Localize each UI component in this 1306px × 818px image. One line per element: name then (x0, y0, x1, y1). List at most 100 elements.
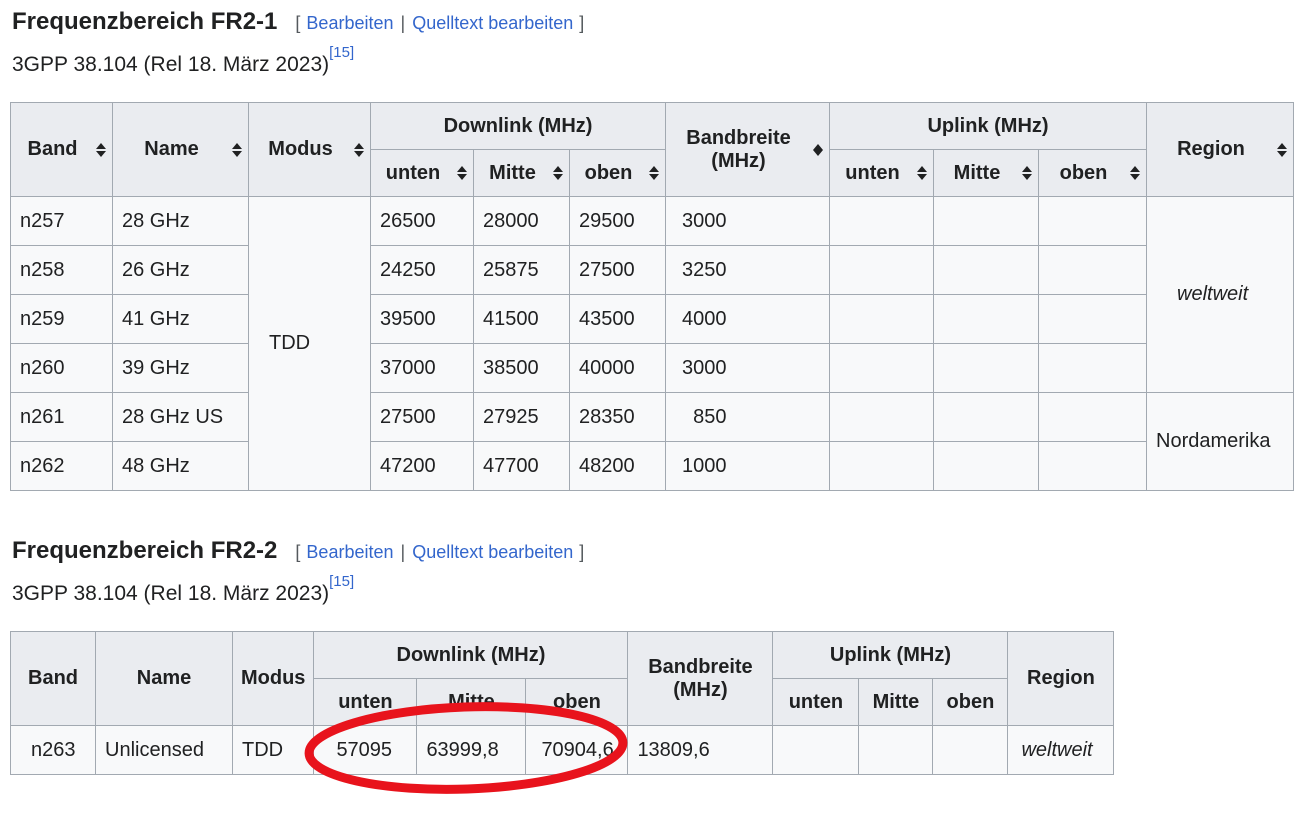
cell-dl-oben: 70904,6 (526, 726, 628, 775)
cell-name: Unlicensed (96, 726, 233, 775)
cell-dl-oben: 48200 (570, 442, 666, 491)
heading-text: Frequenzbereich FR2-2 (12, 537, 277, 564)
bracket-close: ] (579, 542, 584, 562)
edit-divider: | (401, 13, 406, 33)
cell-bandbreite: 1000 (666, 442, 830, 491)
source-text: 3GPP 38.104 (Rel 18. März 2023) (12, 582, 329, 605)
edit-link[interactable]: Bearbeiten (306, 542, 393, 562)
column-header-modus: Modus (233, 632, 314, 726)
cell-band: n257 (11, 197, 113, 246)
edit-section: [ Bearbeiten | Quelltext bearbeiten] (295, 538, 584, 566)
article-content: Frequenzbereich FR2-1 [Bearbeiten|Quellt… (0, 0, 1306, 775)
cell-region-nordamerika: Nordamerika (1147, 393, 1294, 491)
cell-dl-unten: 27500 (371, 393, 474, 442)
bracket-open: [ (295, 542, 300, 562)
cell-dl-mitte: 38500 (474, 344, 570, 393)
reference-link-15[interactable]: [15] (329, 44, 354, 61)
column-header-ul-unten: unten (773, 679, 859, 726)
source-text: 3GPP 38.104 (Rel 18. März 2023) (12, 53, 329, 76)
empty-cell (934, 246, 1039, 295)
sort-icon (457, 166, 467, 180)
table-row-n258: n258 26 GHz 24250 25875 27500 3250 (11, 246, 1294, 295)
cell-bandbreite: 13809,6 (628, 726, 773, 775)
cell-band: n262 (11, 442, 113, 491)
bracket-open: [ (295, 13, 300, 33)
empty-cell (830, 246, 934, 295)
empty-cell (859, 726, 933, 775)
cell-band: n263 (11, 726, 96, 775)
column-header-dl-oben: oben (526, 679, 628, 726)
column-header-bandbreite[interactable]: Bandbreite(MHz) (666, 103, 830, 197)
sort-icon (649, 166, 659, 180)
column-header-ul-mitte: Mitte (859, 679, 933, 726)
cell-dl-unten: 47200 (371, 442, 474, 491)
reference-sup: [15] (329, 573, 354, 590)
column-header-ul-unten[interactable]: unten (830, 150, 934, 197)
edit-source-link[interactable]: Quelltext bearbeiten (412, 542, 573, 562)
cell-name: 28 GHz (113, 197, 249, 246)
column-header-dl-mitte[interactable]: Mitte (474, 150, 570, 197)
edit-section: [ Bearbeiten | Quelltext bearbeiten] (295, 9, 584, 37)
column-header-name[interactable]: Name (113, 103, 249, 197)
source-line: 3GPP 38.104 (Rel 18. März 2023)[15] (12, 581, 1306, 607)
column-header-band: Band (11, 632, 96, 726)
column-header-ul-mitte[interactable]: Mitte (934, 150, 1039, 197)
table-row-n262: n262 48 GHz 47200 47700 48200 1000 (11, 442, 1294, 491)
column-header-dl-unten[interactable]: unten (371, 150, 474, 197)
sort-icon (917, 166, 927, 180)
section-heading-fr2-1: Frequenzbereich FR2-1 [Bearbeiten|Quellt… (12, 8, 1306, 36)
empty-cell (773, 726, 859, 775)
cell-dl-mitte: 41500 (474, 295, 570, 344)
reference-link-15[interactable]: [15] (329, 573, 354, 590)
column-group-uplink: Uplink (MHz) (830, 103, 1147, 150)
fr2-1-table: Band Name Modus Downlink (MHz) Bandbreit… (10, 102, 1294, 491)
column-header-dl-oben[interactable]: oben (570, 150, 666, 197)
cell-dl-unten: 37000 (371, 344, 474, 393)
cell-dl-mitte: 25875 (474, 246, 570, 295)
column-group-downlink: Downlink (MHz) (314, 632, 628, 679)
reference-sup: [15] (329, 44, 354, 61)
empty-cell (934, 295, 1039, 344)
page-title-fr2-2: Frequenzbereich FR2-2 (12, 537, 277, 565)
cell-dl-oben: 27500 (570, 246, 666, 295)
cell-dl-oben: 28350 (570, 393, 666, 442)
empty-cell (830, 393, 934, 442)
empty-cell (1039, 246, 1147, 295)
cell-dl-oben: 43500 (570, 295, 666, 344)
cell-band: n261 (11, 393, 113, 442)
cell-dl-unten: 39500 (371, 295, 474, 344)
column-header-name: Name (96, 632, 233, 726)
cell-band: n260 (11, 344, 113, 393)
cell-bandbreite: 3000 (666, 197, 830, 246)
bracket-close: ] (579, 13, 584, 33)
cell-name: 39 GHz (113, 344, 249, 393)
empty-cell (1039, 295, 1147, 344)
column-header-dl-mitte: Mitte (417, 679, 526, 726)
column-header-ul-oben: oben (933, 679, 1008, 726)
sort-icon (1022, 166, 1032, 180)
column-header-band[interactable]: Band (11, 103, 113, 197)
edit-link[interactable]: Bearbeiten (306, 13, 393, 33)
cell-name: 28 GHz US (113, 393, 249, 442)
sort-icon (553, 166, 563, 180)
cell-name: 41 GHz (113, 295, 249, 344)
column-header-dl-unten: unten (314, 679, 417, 726)
empty-cell (830, 344, 934, 393)
cell-dl-unten: 57095 (314, 726, 417, 775)
cell-bandbreite: 3000 (666, 344, 830, 393)
empty-cell (830, 197, 934, 246)
cell-dl-unten: 26500 (371, 197, 474, 246)
edit-divider: | (401, 542, 406, 562)
column-header-region[interactable]: Region (1147, 103, 1294, 197)
table-row-n257: n257 28 GHz TDD 26500 28000 29500 3000 w… (11, 197, 1294, 246)
edit-source-link[interactable]: Quelltext bearbeiten (412, 13, 573, 33)
cell-name: 26 GHz (113, 246, 249, 295)
column-group-uplink: Uplink (MHz) (773, 632, 1008, 679)
sort-icon (1277, 143, 1287, 157)
cell-bandbreite: 4000 (666, 295, 830, 344)
empty-cell (934, 393, 1039, 442)
cell-band: n259 (11, 295, 113, 344)
column-header-ul-oben[interactable]: oben (1039, 150, 1147, 197)
cell-dl-mitte: 63999,8 (417, 726, 526, 775)
column-header-modus[interactable]: Modus (249, 103, 371, 197)
